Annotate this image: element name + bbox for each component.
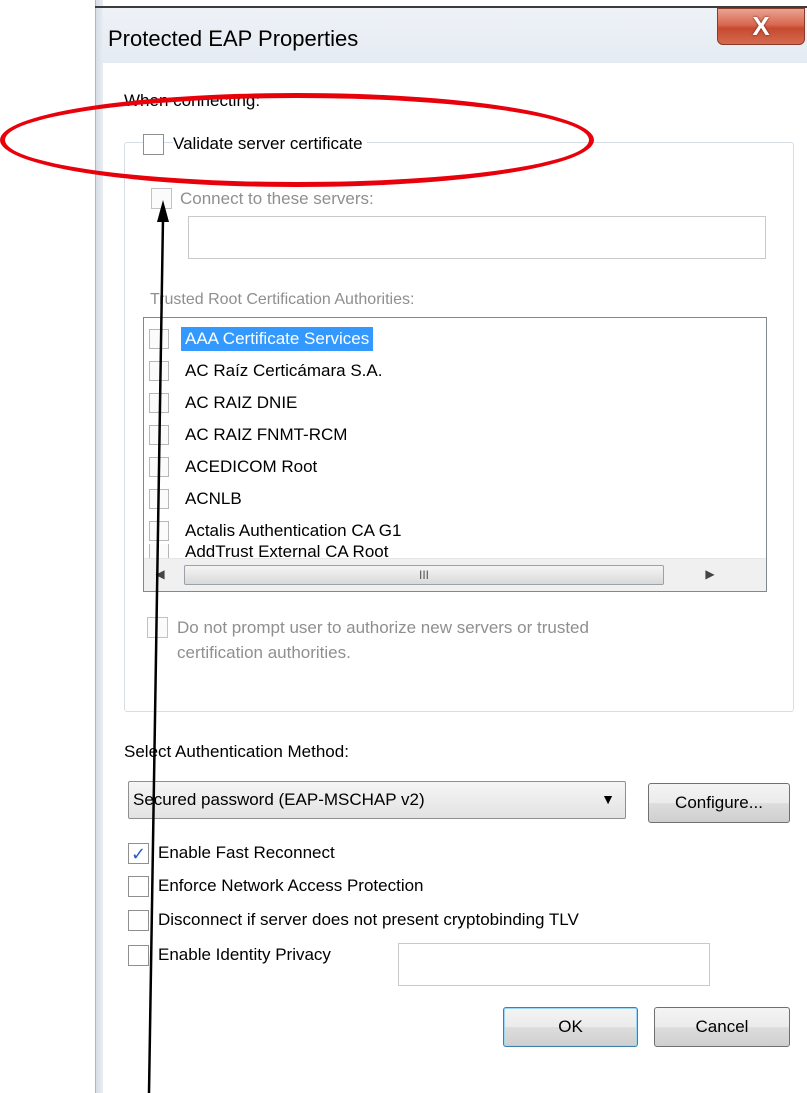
trusted-root-list[interactable]: AAA Certificate Services AC Raíz Certicá… [143, 317, 767, 592]
list-item-checkbox[interactable] [149, 329, 169, 349]
list-item-label: ACEDICOM Root [185, 457, 318, 476]
list-item[interactable]: AC Raíz Certicámara S.A. [149, 356, 386, 386]
fast-reconnect-checkbox[interactable]: ✓ [128, 843, 149, 864]
list-item-checkbox[interactable] [149, 393, 169, 413]
horizontal-scrollbar[interactable]: ◀ III ▶ [144, 558, 766, 591]
grip-icon: III [418, 568, 429, 582]
list-item-checkbox[interactable] [149, 489, 169, 509]
list-item-label: ACNLB [185, 489, 242, 508]
ok-button[interactable]: OK [503, 1007, 638, 1047]
window-title: Protected EAP Properties [108, 26, 359, 51]
list-item-checkbox[interactable] [149, 361, 169, 381]
fast-reconnect-label[interactable]: Enable Fast Reconnect [158, 843, 335, 863]
check-icon: ✓ [130, 843, 147, 864]
servers-input[interactable] [188, 216, 766, 259]
list-item-label: AC RAIZ FNMT-RCM [185, 425, 348, 444]
list-item[interactable]: ACEDICOM Root [149, 452, 321, 482]
list-item-label: Actalis Authentication CA G1 [185, 521, 402, 540]
list-item-label: AAA Certificate Services [181, 327, 374, 351]
connect-servers-label: Connect to these servers: [180, 189, 374, 208]
do-not-prompt-checkbox[interactable] [147, 617, 168, 638]
chevron-down-icon: ▼ [601, 791, 615, 807]
list-item-checkbox[interactable] [149, 457, 169, 477]
cancel-button[interactable]: Cancel [654, 1007, 790, 1047]
auth-method-value: Secured password (EAP-MSCHAP v2) [133, 790, 425, 809]
enforce-nap-label[interactable]: Enforce Network Access Protection [158, 876, 424, 896]
do-not-prompt-line2: certification authorities. [177, 643, 351, 662]
cryptobinding-checkbox[interactable] [128, 910, 149, 931]
identity-privacy-label[interactable]: Enable Identity Privacy [158, 945, 331, 965]
list-item-label: AC Raíz Certicámara S.A. [185, 361, 383, 380]
list-item[interactable]: Actalis Authentication CA G1 [149, 516, 405, 546]
list-item[interactable]: AAA Certificate Services [149, 324, 374, 354]
list-item-checkbox[interactable] [149, 425, 169, 445]
connect-servers-checkbox[interactable] [151, 188, 172, 209]
close-icon: X [752, 11, 770, 41]
list-item-label: AC RAIZ DNIE [185, 393, 298, 412]
auth-method-select[interactable]: Secured password (EAP-MSCHAP v2) ▼ [128, 781, 626, 819]
highlight-ellipse [0, 93, 594, 187]
list-item[interactable]: ACNLB [149, 484, 246, 514]
identity-privacy-input[interactable] [398, 943, 710, 986]
do-not-prompt-label: Do not prompt user to authorize new serv… [177, 615, 589, 665]
list-item-checkbox[interactable] [149, 521, 169, 541]
identity-privacy-checkbox[interactable] [128, 945, 149, 966]
cryptobinding-label[interactable]: Disconnect if server does not present cr… [158, 910, 579, 930]
trusted-root-label: Trusted Root Certification Authorities: [150, 291, 415, 308]
configure-button[interactable]: Configure... [648, 783, 790, 823]
enforce-nap-checkbox[interactable] [128, 876, 149, 897]
scroll-right-icon[interactable]: ▶ [700, 567, 720, 581]
auth-method-label: Select Authentication Method: [124, 742, 349, 761]
list-item[interactable]: AC RAIZ DNIE [149, 388, 301, 418]
scroll-left-icon[interactable]: ◀ [150, 567, 170, 581]
do-not-prompt-line1: Do not prompt user to authorize new serv… [177, 618, 589, 637]
close-button[interactable]: X [717, 8, 805, 45]
horizontal-scroll-thumb[interactable]: III [184, 565, 664, 585]
list-item[interactable]: AC RAIZ FNMT-RCM [149, 420, 351, 450]
